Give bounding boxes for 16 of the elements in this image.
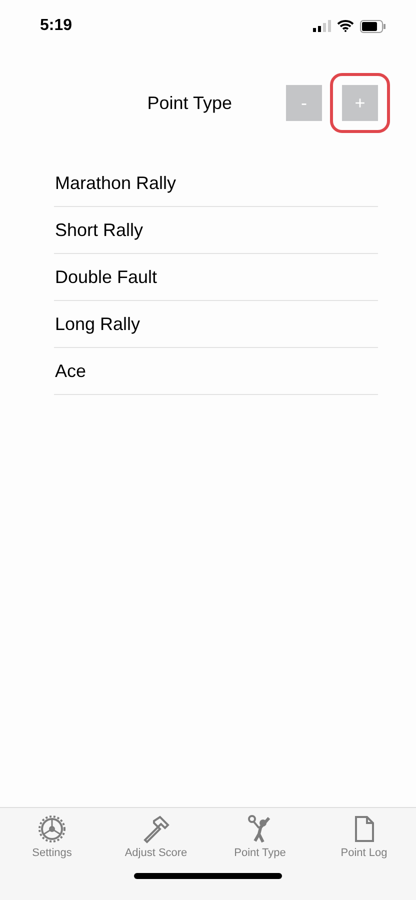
list-row[interactable]: Marathon Rally bbox=[54, 160, 378, 207]
battery-icon bbox=[360, 20, 386, 32]
tab-bar-item[interactable]: Point Type bbox=[215, 814, 305, 859]
page-title: Point Type bbox=[147, 92, 232, 114]
wifi-icon bbox=[337, 20, 354, 32]
tab-bar-item[interactable]: Point Log bbox=[319, 814, 409, 859]
list-row[interactable]: Ace bbox=[54, 348, 378, 395]
gear-icon bbox=[37, 814, 67, 844]
tab-bar-item[interactable]: Settings bbox=[7, 814, 97, 859]
signal-icon bbox=[313, 20, 331, 32]
list-row[interactable]: Double Fault bbox=[54, 254, 378, 301]
hammer-icon bbox=[141, 814, 171, 844]
tab-bar-item[interactable]: Adjust Score bbox=[111, 814, 201, 859]
list-row[interactable]: Short Rally bbox=[54, 207, 378, 254]
status-time: 5:19 bbox=[40, 17, 72, 35]
list-row[interactable]: Long Rally bbox=[54, 301, 378, 348]
